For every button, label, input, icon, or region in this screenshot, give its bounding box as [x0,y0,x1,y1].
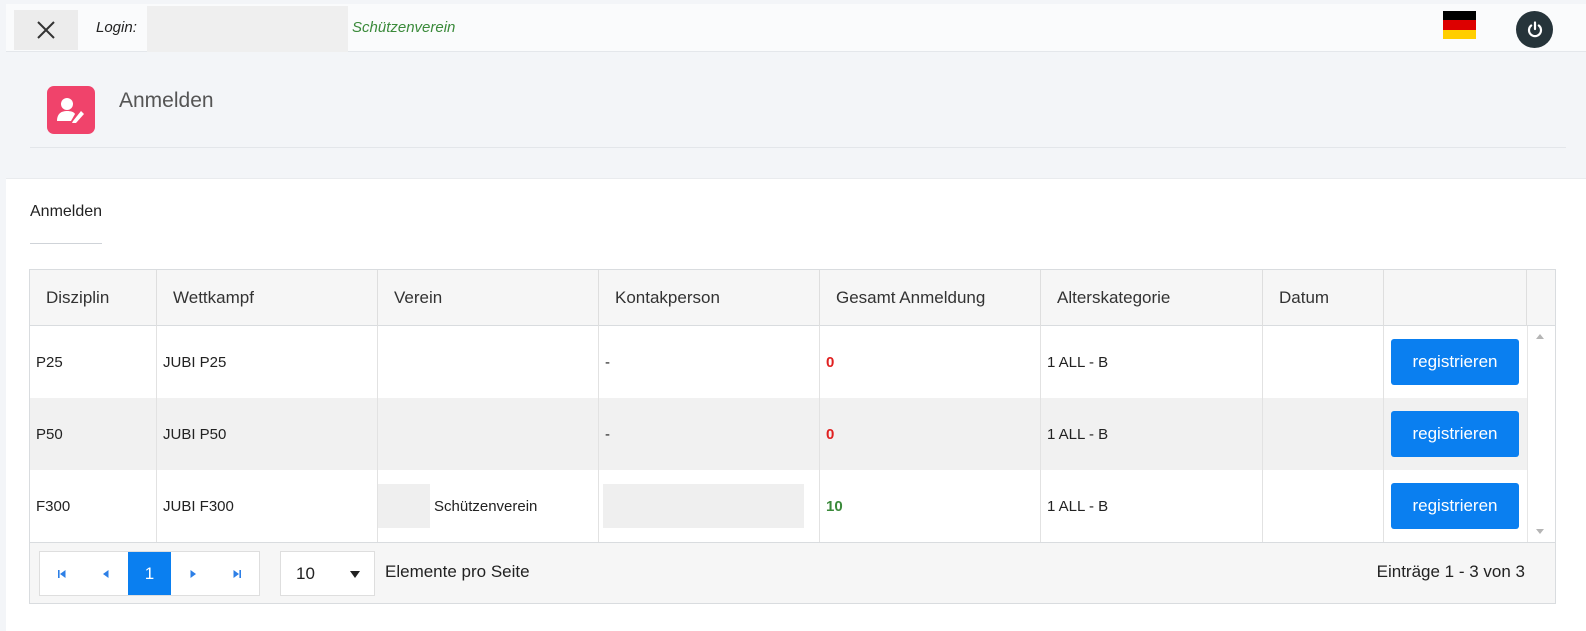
page-size-label: Elemente pro Seite [385,562,530,581]
cell-wettkampf: JUBI F300 [157,470,378,542]
card-title: Anmelden [30,203,103,220]
cell-verein: Schützenverein [378,470,599,542]
page-number-button[interactable]: 1 [127,552,172,595]
column-header-datum[interactable]: Datum [1263,270,1384,326]
cell-kontakperson [599,470,820,542]
column-header-kontakperson[interactable]: Kontakperson [599,270,820,326]
close-button[interactable] [14,10,78,50]
cell-gesamt-anmeldung: 0 [820,398,1041,470]
register-button[interactable]: registrieren [1391,339,1519,385]
cell-kontakperson: - [599,326,820,398]
german-flag-icon[interactable] [1443,11,1476,39]
column-header-gesamt-anmeldung[interactable]: Gesamt Anmeldung [820,270,1041,326]
club-name-cell: Schützenverein [434,497,538,515]
close-icon [37,21,55,39]
cell-alterskategorie: 1 ALL - B [1041,470,1263,542]
cell-kontakperson: - [599,398,820,470]
page-size-select[interactable]: 10 [280,551,375,596]
logout-button[interactable] [1516,11,1553,48]
power-icon [1527,20,1542,37]
registration-count: 10 [826,497,843,515]
club-logo-placeholder [378,484,430,528]
cell-gesamt-anmeldung: 0 [820,326,1041,398]
divider [30,147,1566,148]
page-title: Anmelden [119,89,214,112]
login-label: Login: [96,19,137,36]
card-title-underline [30,243,102,244]
cell-disziplin: F300 [30,470,157,542]
table-header: Disziplin Wettkampf Verein Kontakperson … [30,270,1555,326]
pager-bar: 1 10 Elemente pro Seite Einträge 1 - 3 v… [30,542,1555,603]
column-header-wettkampf[interactable]: Wettkampf [157,270,378,326]
cell-datum [1263,326,1384,398]
cell-gesamt-anmeldung: 10 [820,470,1041,542]
last-page-button[interactable] [215,552,259,595]
cell-verein [378,326,599,398]
registration-count: 0 [826,425,835,443]
cell-disziplin: P50 [30,398,157,470]
cell-verein [378,398,599,470]
cell-datum [1263,470,1384,542]
column-header-verein[interactable]: Verein [378,270,599,326]
next-page-button[interactable] [171,552,215,595]
registration-card: Anmelden Disziplin Wettkampf Verein Kont… [6,178,1586,631]
cell-wettkampf: JUBI P50 [157,398,378,470]
caret-down-icon [350,571,360,578]
scroll-down-arrow-icon[interactable] [1536,529,1544,534]
cell-wettkampf: JUBI P25 [157,326,378,398]
first-page-button[interactable] [40,552,84,595]
contact-person-placeholder [603,484,804,528]
cell-alterskategorie: 1 ALL - B [1041,326,1263,398]
previous-page-button[interactable] [84,552,128,595]
table-row: P25 JUBI P25 - 0 1 ALL - B registrieren [30,326,1527,398]
cell-disziplin: P25 [30,326,157,398]
login-user-field [147,6,348,52]
next-page-icon [190,569,197,578]
table-row: F300 JUBI F300 Schützenverein 10 1 ALL -… [30,470,1527,542]
column-header-disziplin[interactable]: Disziplin [30,270,157,326]
pagination: 1 [39,551,260,596]
table-row: P50 JUBI P50 - 0 1 ALL - B registrieren [30,398,1527,470]
register-button[interactable]: registrieren [1391,483,1519,529]
registration-table: Disziplin Wettkampf Verein Kontakperson … [29,269,1556,604]
top-bar: Login: Schützenverein [6,4,1586,52]
first-page-icon [57,569,66,578]
last-page-icon [233,569,242,578]
page-size-value: 10 [296,563,315,583]
column-header-alterskategorie[interactable]: Alterskategorie [1041,270,1263,326]
user-edit-icon [47,86,95,134]
scroll-up-arrow-icon[interactable] [1536,334,1544,339]
register-button[interactable]: registrieren [1391,411,1519,457]
cell-datum [1263,398,1384,470]
club-name: Schützenverein [352,19,456,36]
column-header-action [1384,270,1527,326]
cell-alterskategorie: 1 ALL - B [1041,398,1263,470]
previous-page-icon [102,569,109,578]
registration-count: 0 [826,353,835,371]
table-scrollbar[interactable] [1527,326,1555,542]
pager-info: Einträge 1 - 3 von 3 [1376,562,1525,581]
